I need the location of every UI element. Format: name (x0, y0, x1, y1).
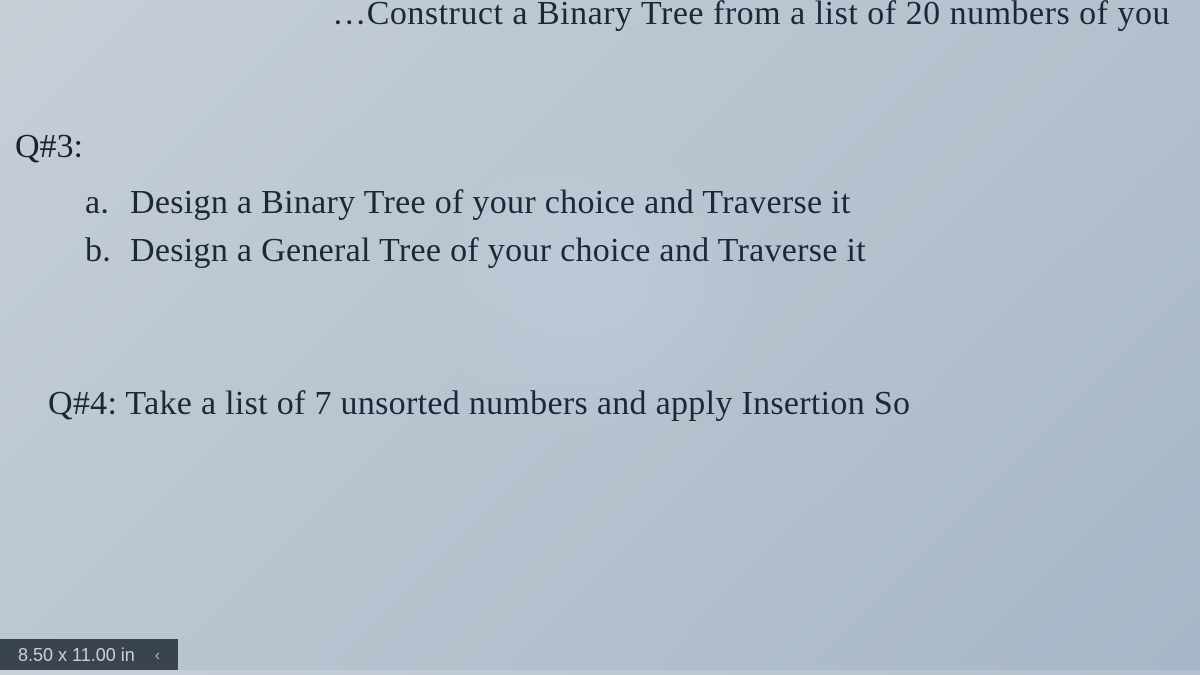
q2-fragment-text: …Construct a Binary Tree from a list of … (30, 0, 1170, 33)
status-bar: 8.50 x 11.00 in ‹ (0, 639, 178, 670)
document-content: …Construct a Binary Tree from a list of … (0, 0, 1200, 423)
question-3-block: Q#3: a.Design a Binary Tree of your choi… (30, 128, 1170, 270)
chevron-left-icon[interactable]: ‹ (155, 647, 160, 665)
question-4-text: Q#4: Take a list of 7 unsorted numbers a… (48, 385, 1170, 423)
list-marker-a: a. (85, 184, 130, 222)
page-dimensions: 8.50 x 11.00 in (18, 645, 135, 666)
q3-item-a: a.Design a Binary Tree of your choice an… (85, 184, 1170, 222)
q3-item-b: b.Design a General Tree of your choice a… (85, 232, 1170, 270)
q3-item-b-text: Design a General Tree of your choice and… (130, 232, 866, 269)
list-marker-b: b. (85, 232, 130, 270)
q3-heading: Q#3: (15, 128, 1170, 166)
q3-item-a-text: Design a Binary Tree of your choice and … (130, 184, 851, 221)
